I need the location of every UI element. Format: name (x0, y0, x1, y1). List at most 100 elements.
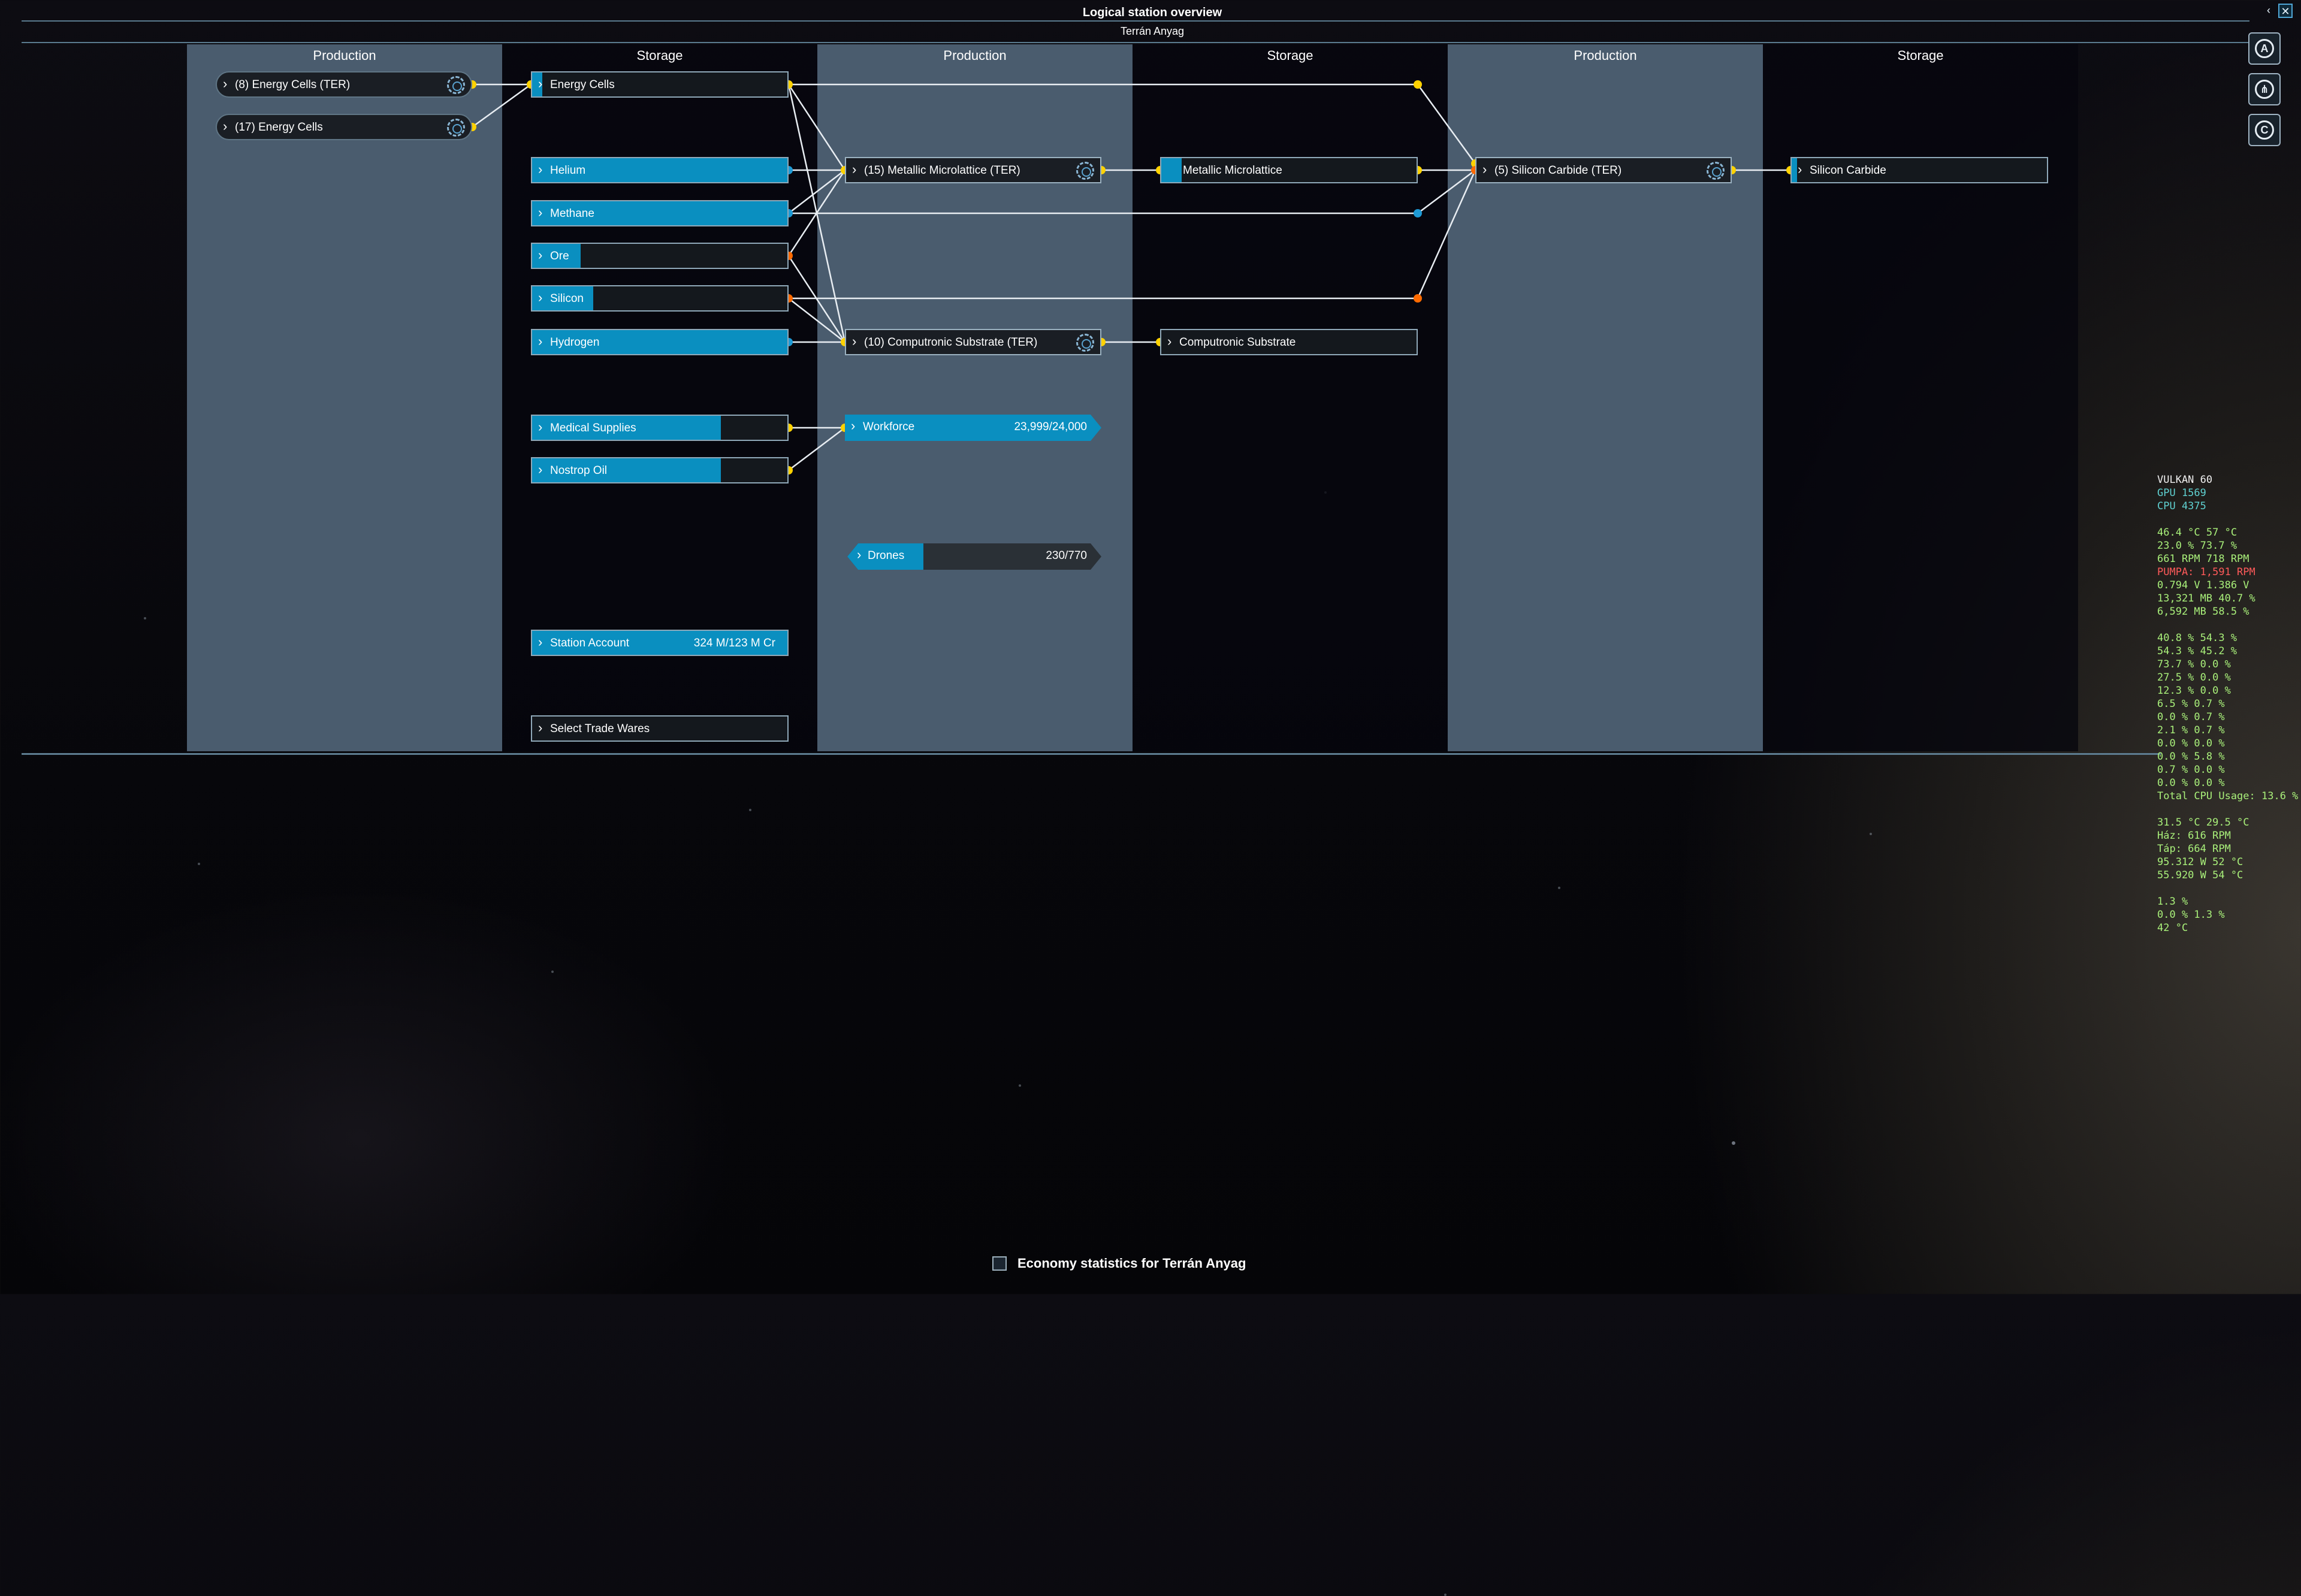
hud-line: 23.0 % 73.7 % (2157, 540, 2237, 552)
chevron-right-icon: › (852, 334, 857, 349)
ware-label: Ore (550, 250, 569, 262)
economy-statistics-toggle[interactable]: Economy statistics for Terrán Anyag (992, 1256, 1246, 1271)
hud-line: 46.4 °C 57 °C (2157, 527, 2237, 539)
drones-label: Drones (868, 549, 905, 562)
flow-links (468, 80, 1795, 474)
hud-line: Ház: 616 RPM (2157, 830, 2231, 842)
hud-line: 42 °C (2157, 922, 2188, 934)
stock-level-bar (1792, 158, 1797, 182)
module-label: (17) Energy Cells (235, 121, 323, 134)
production-module-silicon-carbide-ter[interactable]: › (5) Silicon Carbide (TER) (1475, 157, 1732, 183)
workforce-value: 23,999/24,000 (1014, 421, 1087, 433)
select-trade-wares-button[interactable]: › Select Trade Wares (531, 715, 789, 742)
hud-line: 0.0 % 0.0 % (2157, 777, 2225, 789)
module-label: (5) Silicon Carbide (TER) (1494, 164, 1622, 177)
ware-label: Helium (550, 164, 586, 177)
drones-value: 230/770 (1046, 549, 1087, 562)
storage-ware-helium[interactable]: › Helium (531, 157, 789, 183)
chevron-right-icon: › (538, 634, 543, 649)
hud-line: CPU 4375 (2157, 500, 2206, 512)
storage-ware-metallic-microlattice[interactable]: › Metallic Microlattice (1160, 157, 1418, 183)
hud-line: 0.0 % 0.7 % (2157, 711, 2225, 723)
storage-ware-ore[interactable]: › Ore (531, 243, 789, 269)
hud-line: VULKAN 60 (2157, 474, 2213, 486)
performance-overlay: VULKAN 60 GPU 1569 CPU 4375 46.4 °C 57 °C 2… (2157, 473, 2298, 935)
ware-label: Methane (550, 207, 594, 220)
storage-ware-silicon[interactable]: › Silicon (531, 285, 789, 312)
chevron-right-icon: › (223, 76, 228, 91)
hud-line: 0.794 V 1.386 V (2157, 579, 2249, 591)
module-label: (15) Metallic Microlattice (TER) (864, 164, 1020, 177)
hud-line: 31.5 °C 29.5 °C (2157, 817, 2249, 829)
ware-label: Hydrogen (550, 336, 600, 349)
storage-ware-medical-supplies[interactable]: › Medical Supplies (531, 415, 789, 441)
production-module-metallic-microlattice-ter[interactable]: › (15) Metallic Microlattice (TER) (845, 157, 1101, 183)
hud-line (2157, 803, 2298, 816)
hud-line: PUMPA: 1,591 RPM (2157, 566, 2255, 578)
ware-label: Silicon Carbide (1810, 164, 1886, 177)
hud-line (2157, 513, 2298, 526)
storage-ware-silicon-carbide[interactable]: › Silicon Carbide (1790, 157, 2048, 183)
chevron-right-icon: › (538, 462, 543, 477)
storage-ware-nostrop-oil[interactable]: › Nostrop Oil (531, 457, 789, 483)
hud-line (2157, 618, 2298, 631)
hud-line: GPU 1569 (2157, 487, 2206, 499)
chevron-right-icon: › (1482, 162, 1487, 177)
hud-line: 1.3 % (2157, 896, 2188, 908)
gear-icon (1076, 334, 1094, 352)
chevron-right-icon: › (1798, 162, 1802, 177)
select-trade-wares-label: Select Trade Wares (550, 723, 650, 735)
storage-ware-hydrogen[interactable]: › Hydrogen (531, 329, 789, 355)
hud-line: 12.3 % 0.0 % (2157, 685, 2231, 697)
chevron-right-icon: › (538, 162, 543, 177)
hud-line: 0.0 % 1.3 % (2157, 909, 2225, 921)
workforce-label: Workforce (863, 421, 915, 433)
chevron-right-icon: › (538, 720, 543, 735)
production-module-energy-cells-ter[interactable]: › (8) Energy Cells (TER) (216, 71, 472, 98)
hud-line: 27.5 % 0.0 % (2157, 672, 2231, 684)
hud-line: 0.0 % 5.8 % (2157, 751, 2225, 763)
economy-statistics-checkbox[interactable] (992, 1256, 1007, 1271)
hud-line: 40.8 % 54.3 % (2157, 632, 2237, 644)
gear-icon (447, 76, 465, 94)
gear-icon (1076, 162, 1094, 180)
chevron-right-icon: › (852, 162, 857, 177)
storage-ware-methane[interactable]: › Methane (531, 200, 789, 226)
chevron-right-icon: › (538, 334, 543, 349)
module-label: (8) Energy Cells (TER) (235, 78, 351, 91)
economy-statistics-label: Economy statistics for Terrán Anyag (1017, 1256, 1246, 1271)
chevron-right-icon: › (223, 119, 228, 134)
hud-line: 6.5 % 0.7 % (2157, 698, 2225, 710)
hud-line (2157, 882, 2298, 895)
hud-line: 73.7 % 0.0 % (2157, 658, 2231, 670)
hud-line: 661 RPM 718 RPM (2157, 553, 2249, 565)
workforce-node[interactable]: › Workforce 23,999/24,000 (845, 415, 1101, 441)
ware-label: Nostrop Oil (550, 464, 608, 477)
production-module-energy-cells[interactable]: › (17) Energy Cells (216, 114, 472, 140)
ware-label: Energy Cells (550, 78, 615, 91)
gear-icon (447, 119, 465, 137)
chevron-right-icon: › (538, 205, 543, 220)
production-module-computronic-substrate-ter[interactable]: › (10) Computronic Substrate (TER) (845, 329, 1101, 355)
hud-line: 6,592 MB 58.5 % (2157, 606, 2249, 618)
storage-ware-computronic-substrate[interactable]: › Computronic Substrate (1160, 329, 1418, 355)
hud-line: 55.920 W 54 °C (2157, 869, 2243, 881)
chevron-right-icon: › (851, 418, 856, 433)
module-label: (10) Computronic Substrate (TER) (864, 336, 1038, 349)
hud-line: Táp: 664 RPM (2157, 843, 2231, 855)
ware-label: Medical Supplies (550, 422, 636, 434)
drones-node[interactable]: › Drones 230/770 (847, 543, 1101, 570)
hud-line: 54.3 % 45.2 % (2157, 645, 2237, 657)
hud-line: 0.7 % 0.0 % (2157, 764, 2225, 776)
station-account-button[interactable]: › Station Account 324 M/123 M Cr (531, 630, 789, 656)
chevron-right-icon: › (538, 247, 543, 262)
storage-ware-energy-cells[interactable]: › Energy Cells (531, 71, 789, 98)
ware-label: Computronic Substrate (1179, 336, 1296, 349)
ware-label: Silicon (550, 292, 584, 305)
chevron-right-icon: › (538, 76, 543, 91)
ware-label: Metallic Microlattice (1183, 164, 1282, 177)
chevron-right-icon: › (538, 419, 543, 434)
chevron-right-icon: › (538, 290, 543, 305)
hud-line: 0.0 % 0.0 % (2157, 737, 2225, 749)
gear-icon (1707, 162, 1725, 180)
